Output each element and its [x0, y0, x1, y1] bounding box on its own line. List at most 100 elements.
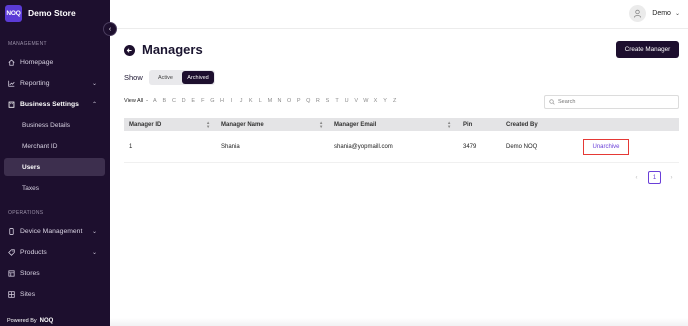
sidebar-item-label: Products: [20, 248, 47, 256]
letter-filter-r[interactable]: R: [313, 98, 323, 104]
sidebar-item-products[interactable]: Products ⌄: [0, 243, 110, 261]
letter-filter-p[interactable]: P: [294, 98, 304, 104]
noq-logo: NOQ: [39, 318, 54, 324]
letter-filter-h[interactable]: H: [217, 98, 227, 104]
sidebar-item-stores[interactable]: Stores: [0, 264, 110, 282]
toggle-active[interactable]: Active: [150, 71, 181, 84]
letter-filter-d[interactable]: D: [179, 98, 189, 104]
letter-filter-z[interactable]: Z: [390, 98, 400, 104]
building-icon: [8, 101, 15, 108]
store-name: Demo Store: [28, 8, 76, 18]
chevron-down-icon: ⌄: [92, 249, 98, 256]
chart-icon: [8, 80, 15, 87]
section-label-operations: OPERATIONS: [8, 210, 44, 216]
sidebar-item-device-management[interactable]: Device Management ⌄: [0, 222, 110, 240]
letter-filter-u[interactable]: U: [342, 98, 352, 104]
letter-filter-w[interactable]: W: [361, 98, 371, 104]
cell-manager-id: 1: [129, 144, 133, 150]
letter-filter-f[interactable]: F: [198, 98, 208, 104]
toggle-archived[interactable]: Archived: [182, 71, 214, 84]
tag-icon: [8, 248, 15, 256]
sidebar-item-homepage[interactable]: Homepage: [0, 53, 110, 71]
brand-logo: NOQ: [5, 4, 22, 22]
chevron-down-icon: ⌄: [92, 80, 98, 87]
powered-by-label: Powered By: [7, 318, 37, 324]
sort-icon[interactable]: ▴ ▾: [448, 120, 450, 128]
letter-filter-l[interactable]: L: [256, 98, 266, 104]
sidebar-item-label: Users: [22, 163, 41, 171]
sidebar-item-business-details[interactable]: Business Details: [0, 116, 110, 134]
letter-filter-x[interactable]: X: [371, 98, 381, 104]
search-box[interactable]: [544, 95, 679, 109]
sidebar-item-label: Homepage: [20, 58, 54, 66]
sidebar-item-reporting[interactable]: Reporting ⌄: [0, 74, 110, 92]
letter-filter-k[interactable]: K: [246, 98, 256, 104]
letter-filter-c[interactable]: C: [169, 98, 179, 104]
sidebar-item-label: Merchant ID: [22, 142, 58, 150]
letter-filter-g[interactable]: G: [208, 98, 218, 104]
sort-icon[interactable]: ▴ ▾: [207, 120, 209, 128]
letter-filter-i[interactable]: I: [227, 98, 237, 104]
sidebar-item-label: Reporting: [20, 79, 50, 87]
letter-filter-q[interactable]: Q: [304, 98, 314, 104]
user-name: Demo: [652, 9, 671, 17]
letter-filter-j[interactable]: J: [236, 98, 246, 104]
sidebar-item-label: Sites: [20, 290, 36, 298]
view-all-link[interactable]: View All: [124, 98, 143, 104]
back-button[interactable]: [124, 45, 135, 56]
sort-icon[interactable]: ▴ ▾: [320, 120, 322, 128]
sidebar-item-label: Stores: [20, 269, 40, 277]
search-input[interactable]: [558, 99, 668, 105]
column-manager-id[interactable]: Manager ID: [129, 118, 161, 131]
sidebar-item-label: Business Details: [22, 121, 71, 129]
pagination-page-1[interactable]: 1: [648, 171, 661, 184]
column-created-by: Created By: [506, 121, 538, 128]
user-menu[interactable]: Demo ⌄: [629, 4, 680, 22]
letter-filter-b[interactable]: B: [160, 98, 170, 104]
cell-pin: 3479: [463, 144, 477, 150]
show-label: Show: [124, 73, 143, 82]
unarchive-button[interactable]: Unarchive: [583, 139, 629, 155]
powered-by: Powered By NOQ: [7, 318, 53, 324]
pagination-prev[interactable]: ‹: [631, 171, 642, 184]
column-manager-email[interactable]: Manager Email: [334, 118, 376, 131]
chevron-up-icon: ⌃: [92, 101, 98, 108]
grid-icon: [8, 290, 15, 298]
sidebar-item-business-settings[interactable]: Business Settings ⌃: [0, 95, 110, 113]
letter-filter-e[interactable]: E: [188, 98, 198, 104]
letter-filter-n[interactable]: N: [275, 98, 285, 104]
table-header: Manager ID ▴ ▾ Manager Name ▴ ▾ Manager Em…: [124, 118, 679, 131]
sidebar-item-taxes[interactable]: Taxes: [0, 179, 110, 197]
sidebar-item-sites[interactable]: Sites: [0, 285, 110, 303]
store-icon: [8, 269, 15, 277]
collapse-sidebar-button[interactable]: ‹: [103, 22, 117, 36]
chevron-down-icon: ⌄: [92, 228, 98, 235]
search-icon: [549, 99, 555, 105]
column-pin[interactable]: Pin: [463, 118, 472, 131]
pagination-next[interactable]: ›: [666, 171, 677, 184]
brand[interactable]: NOQ Demo Store: [5, 4, 76, 22]
bottom-fade: [110, 318, 688, 326]
header-divider: [110, 28, 688, 29]
sidebar-item-users[interactable]: Users: [4, 158, 105, 176]
cell-manager-name: Shania: [221, 144, 240, 150]
cell-created-by: Demo NOQ: [506, 144, 538, 150]
status-toggle: Active Archived: [149, 70, 215, 85]
letter-filter-t[interactable]: T: [332, 98, 342, 104]
letter-filter-a[interactable]: A: [150, 98, 160, 104]
sidebar-item-label: Business Settings: [20, 100, 79, 108]
sidebar-item-merchant-id[interactable]: Merchant ID: [0, 137, 110, 155]
letter-filter-y[interactable]: Y: [380, 98, 390, 104]
section-label-management: MANAGEMENT: [8, 41, 47, 47]
sidebar: NOQ Demo Store MANAGEMENT Homepage Repor…: [0, 0, 110, 326]
home-icon: [8, 59, 15, 66]
create-manager-button[interactable]: Create Manager: [616, 41, 679, 58]
letter-filter-v[interactable]: V: [351, 98, 361, 104]
column-manager-name[interactable]: Manager Name: [221, 118, 264, 131]
device-icon: [8, 227, 15, 235]
letter-filter-s[interactable]: S: [323, 98, 333, 104]
letter-filter-o[interactable]: O: [284, 98, 294, 104]
cell-manager-email: shania@yopmaill.com: [334, 144, 393, 150]
alphabet-filter: View All -: [124, 98, 148, 104]
letter-filter-m[interactable]: M: [265, 98, 275, 104]
